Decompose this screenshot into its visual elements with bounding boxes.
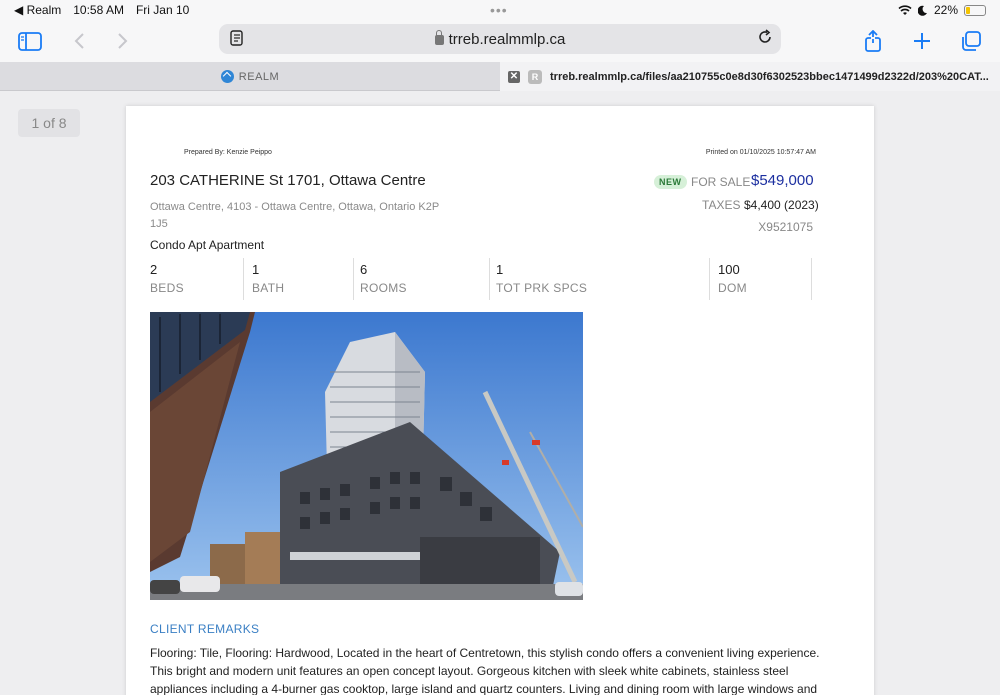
stat-label: ROOMS — [360, 281, 407, 295]
back-chevron-icon[interactable] — [66, 28, 92, 54]
wifi-icon — [898, 4, 912, 15]
url-text: trreb.realmmlp.ca — [448, 31, 566, 48]
stat-value: 6 — [360, 262, 368, 277]
new-tab-plus-icon[interactable] — [909, 28, 935, 54]
property-type: Condo Apt Apartment — [150, 238, 265, 252]
listing-address: 203 CATHERINE St 1701, Ottawa Centre — [150, 172, 426, 189]
stat-dom: 100 DOM — [710, 258, 812, 300]
battery-icon — [964, 5, 986, 16]
mls-number: X9521075 — [758, 220, 813, 234]
close-tab-icon[interactable]: ✕ — [508, 70, 520, 83]
stats-row: 2 BEDS 1 BATH 6 ROOMS 1 TOT PRK SPCS 100… — [150, 258, 813, 300]
sub-address: Ottawa Centre, 4103 - Ottawa Centre, Ott… — [150, 199, 450, 233]
stat-beds: 2 BEDS — [150, 258, 244, 300]
stat-parking: 1 TOT PRK SPCS — [490, 258, 710, 300]
sub-address-line: Ottawa Centre, 4103 - Ottawa Centre, Ott… — [150, 201, 440, 213]
battery-percent: 22% — [933, 3, 958, 17]
prepared-by: Prepared By: Kenzie Peippo — [184, 149, 272, 156]
listing-photo[interactable] — [150, 312, 583, 600]
favicon-icon: R — [528, 69, 542, 84]
stat-label: BATH — [252, 281, 285, 295]
new-badge: NEW — [654, 175, 687, 189]
remarks-heading: CLIENT REMARKS — [150, 622, 260, 636]
address-bar[interactable]: trreb.realmmlp.ca — [219, 24, 781, 54]
forward-chevron-icon[interactable] — [110, 28, 136, 54]
status-time: 10:58 AM — [73, 3, 124, 17]
taxes-value: $4,400 (2023) — [744, 198, 819, 212]
share-icon[interactable] — [860, 28, 886, 54]
browser-toolbar: trreb.realmmlp.ca — [0, 20, 1000, 62]
stat-bath: 1 BATH — [244, 258, 354, 300]
status-date: Fri Jan 10 — [135, 3, 190, 17]
listing-status: FOR SALE — [691, 175, 751, 189]
status-bar: ◀ Realm 10:58 AM Fri Jan 10 ••• 22% — [0, 0, 1000, 20]
sidebar-icon[interactable] — [17, 28, 43, 54]
reload-icon[interactable] — [757, 29, 773, 50]
stat-value: 1 — [496, 262, 504, 277]
tab-pdf[interactable]: ✕ R trreb.realmmlp.ca/files/aa210755c0e8… — [500, 62, 1000, 91]
sub-address-line: 1J5 — [150, 218, 168, 230]
tab-overview-icon[interactable] — [958, 28, 984, 54]
tab-realm[interactable]: REALM — [0, 62, 500, 91]
stat-label: DOM — [718, 281, 747, 295]
moon-icon — [917, 5, 927, 16]
multitasking-dots-icon[interactable]: ••• — [490, 2, 508, 18]
stat-rooms: 6 ROOMS — [354, 258, 490, 300]
lock-icon — [434, 30, 444, 45]
tab-title: REALM — [238, 70, 280, 83]
pdf-page: Prepared By: Kenzie Peippo Printed on 01… — [126, 106, 874, 695]
stat-label: BEDS — [150, 281, 184, 295]
taxes-label: TAXES — [702, 198, 741, 212]
stat-value: 1 — [252, 262, 260, 277]
printed-on: Printed on 01/10/2025 10:57:47 AM — [705, 149, 816, 156]
tab-bar: REALM ✕ R trreb.realmmlp.ca/files/aa2107… — [0, 62, 1000, 91]
stat-value: 100 — [718, 262, 740, 277]
back-to-app-link[interactable]: ◀ Realm — [14, 3, 61, 17]
page-indicator: 1 of 8 — [18, 109, 80, 137]
stat-value: 2 — [150, 262, 158, 277]
listing-price: $549,000 — [751, 172, 814, 189]
tab-title: trreb.realmmlp.ca/files/aa210755c0e8d30f… — [550, 70, 989, 83]
stat-label: TOT PRK SPCS — [496, 281, 588, 295]
remarks-text: Flooring: Tile, Flooring: Hardwood, Loca… — [150, 646, 820, 695]
realm-logo-icon — [220, 70, 234, 83]
